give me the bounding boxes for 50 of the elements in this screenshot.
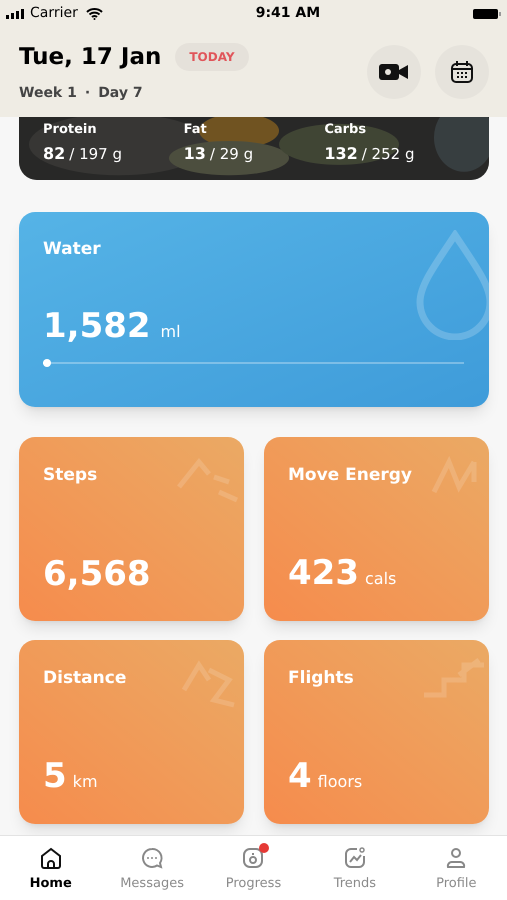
home-icon (38, 846, 63, 870)
metric-card[interactable]: Flights 4 floors (264, 640, 489, 824)
metric-value: 5 (43, 759, 67, 793)
metric-unit: cals (364, 568, 396, 590)
nutrient-target: / 197 g (69, 144, 122, 166)
metric-title: Move Energy (288, 464, 414, 487)
separator-dot: · (84, 84, 90, 102)
nutrient-target: / 252 g (362, 144, 414, 166)
week-label: Week 1 (19, 84, 77, 102)
water-value: 1,582 (43, 304, 151, 348)
metric-title: Distance (43, 667, 128, 690)
metric-card[interactable]: Steps 6,568 (19, 437, 244, 621)
tab-item[interactable]: Profile (406, 836, 507, 900)
signal-icon (6, 8, 26, 18)
metric-card[interactable]: Move Energy 423 cals (264, 437, 489, 621)
date-title: Tue, 17 Jan (19, 43, 162, 72)
today-badge: TODAY (175, 43, 249, 72)
tab-item[interactable]: Messages (101, 836, 203, 900)
nutrient-value: 13 (184, 143, 206, 166)
metric-unit: km (72, 771, 98, 793)
nutrient-label: Carbs (324, 122, 368, 138)
metric-value: 6,568 (43, 557, 151, 591)
nutrient-value: 82 (43, 143, 66, 166)
metric-title: Flights (288, 667, 355, 690)
tab-item[interactable]: Progress (202, 836, 304, 900)
metric-card[interactable]: Distance 5 km (19, 640, 244, 824)
water-title: Water (43, 238, 102, 261)
metric-value: 4 (288, 759, 312, 793)
water-unit: ml (160, 320, 181, 342)
carrier-name: Carrier (30, 4, 78, 23)
video-camera-icon (379, 62, 409, 82)
progress-icon (241, 846, 266, 870)
tab-item[interactable]: Home (0, 836, 102, 900)
metric-unit: floors (318, 771, 362, 793)
metric-title: Steps (43, 464, 98, 487)
calendar-icon (450, 60, 474, 84)
battery-icon (473, 8, 502, 20)
water-card[interactable]: Water 1,582 ml (19, 212, 489, 407)
nutrient-label: Protein (43, 122, 98, 138)
nutrient-label: Fat (184, 122, 208, 138)
tab-item[interactable]: Trends (304, 836, 406, 900)
metric-value: 423 (288, 556, 359, 590)
nutrient-value: 132 (324, 143, 358, 166)
nutrient-target: / 29 g (210, 144, 254, 166)
messages-icon (140, 846, 164, 870)
trends-icon (342, 846, 367, 870)
day-label: Day 7 (98, 84, 143, 102)
water-drop-icon (415, 230, 489, 340)
wifi-icon (86, 8, 103, 20)
status-time: 9:41 AM (256, 4, 320, 23)
